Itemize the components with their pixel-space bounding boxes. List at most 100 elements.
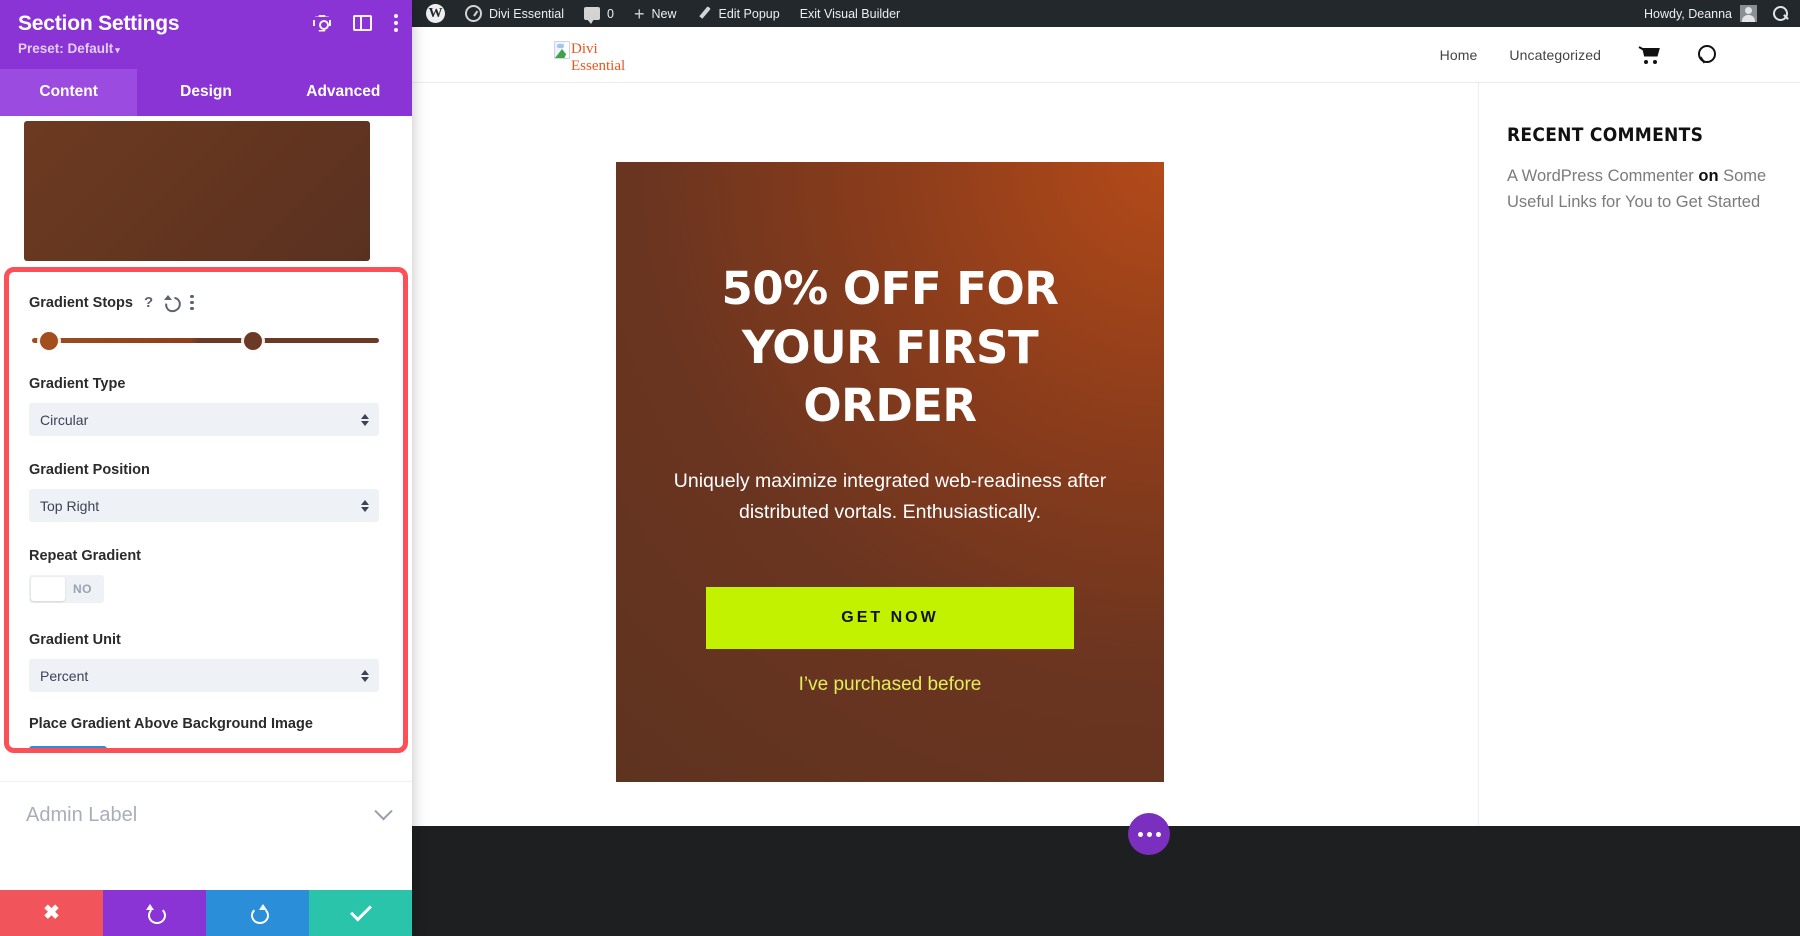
- site-name-menu[interactable]: Divi Essential: [455, 0, 574, 27]
- panel-action-bar: ✖: [0, 890, 412, 936]
- get-now-button[interactable]: GET NOW: [706, 586, 1074, 649]
- purchased-before-link[interactable]: I’ve purchased before: [662, 674, 1118, 696]
- dot-2: [1146, 831, 1152, 837]
- select-arrows-icon: [361, 499, 369, 512]
- reset-history-icon[interactable]: [164, 295, 179, 310]
- more-dots-icon[interactable]: [190, 294, 194, 311]
- repeat-gradient-label: Repeat Gradient: [29, 548, 141, 564]
- comment-bubble-icon: [584, 7, 601, 24]
- panel-header-icons: [313, 14, 398, 32]
- select-arrows-icon: [361, 669, 369, 682]
- panel-preset-label: Preset: Default: [18, 41, 114, 56]
- gradient-stops-slider[interactable]: [29, 332, 379, 350]
- repeat-gradient-value: NO: [73, 582, 92, 596]
- help-question-icon[interactable]: ?: [144, 294, 153, 311]
- wp-logo-menu[interactable]: W: [412, 0, 455, 27]
- logo-alt-text: Divi Essential: [571, 41, 626, 75]
- recent-comment-item: A WordPress Commenter on Some Useful Lin…: [1507, 163, 1800, 215]
- tab-content[interactable]: Content: [0, 69, 138, 116]
- chevron-down-icon: [374, 802, 393, 821]
- tab-advanced[interactable]: Advanced: [275, 69, 412, 116]
- site-body: 50% OFF FOR YOUR FIRST ORDER Uniquely ma…: [412, 82, 1800, 880]
- popup-subtext: Uniquely maximize integrated web-readine…: [673, 469, 1107, 524]
- pencil-icon: [697, 6, 712, 21]
- search-icon[interactable]: [1773, 6, 1788, 21]
- undo-icon: [145, 904, 166, 924]
- wordpress-logo-icon: W: [426, 4, 445, 23]
- gradient-stop-handle-1[interactable]: [40, 332, 58, 350]
- builder-footer-strip: [412, 826, 1800, 936]
- dot-1: [1137, 831, 1143, 837]
- nav-item-uncategorized[interactable]: Uncategorized: [1493, 47, 1617, 63]
- close-x-icon: ✖: [43, 902, 60, 924]
- search-icon[interactable]: [1696, 44, 1718, 66]
- recent-comments-title: RECENT COMMENTS: [1507, 124, 1704, 146]
- toggle-knob: [70, 747, 105, 748]
- gradient-unit-select[interactable]: Percent: [29, 659, 379, 692]
- shopping-cart-icon[interactable]: [1638, 45, 1660, 64]
- chevron-down-icon: ▾: [115, 45, 120, 55]
- gradient-unit-group: Gradient Unit Percent: [29, 632, 379, 692]
- exit-visual-builder-menu[interactable]: Exit Visual Builder: [790, 0, 911, 27]
- comments-count: 0: [607, 6, 614, 21]
- checkmark-icon: [349, 899, 372, 922]
- tab-design[interactable]: Design: [137, 69, 274, 116]
- comments-menu[interactable]: 0: [574, 0, 624, 27]
- layout-columns-icon[interactable]: [353, 15, 372, 31]
- panel-header: Section Settings Preset: Default ▾: [0, 0, 412, 69]
- comment-author: A WordPress Commenter: [1507, 167, 1694, 185]
- user-avatar-icon[interactable]: [1740, 5, 1757, 22]
- gradient-type-select[interactable]: Circular: [29, 403, 379, 436]
- place-gradient-above-toggle[interactable]: YES: [29, 745, 107, 748]
- kebab-menu-icon[interactable]: [394, 14, 398, 32]
- gradient-stop-handle-2[interactable]: [244, 332, 262, 350]
- app-root: Divi Essential Home Uncategorized 50% OF…: [0, 0, 1800, 936]
- redo-button[interactable]: [206, 890, 309, 936]
- admin-label-accordion[interactable]: Admin Label: [0, 781, 412, 849]
- popup-heading: 50% OFF FOR YOUR FIRST ORDER: [721, 262, 1059, 432]
- site-preview-canvas: Divi Essential Home Uncategorized 50% OF…: [412, 27, 1800, 936]
- dot-3: [1155, 831, 1161, 837]
- new-content-menu[interactable]: + New: [624, 0, 687, 27]
- gradient-type-value: Circular: [40, 411, 89, 428]
- broken-image-icon: [554, 41, 570, 59]
- gradient-unit-label: Gradient Unit: [29, 632, 121, 648]
- section-settings-panel: Section Settings Preset: Default ▾ Conten…: [0, 0, 412, 936]
- new-label: New: [651, 6, 677, 21]
- exit-visual-builder-label: Exit Visual Builder: [799, 6, 901, 21]
- gradient-position-group: Gradient Position Top Right: [29, 462, 379, 522]
- undo-button[interactable]: [103, 890, 206, 936]
- gradient-position-value: Top Right: [40, 497, 100, 514]
- panel-scroll-area[interactable]: Gradient Stops ? Gradient Type Circular …: [0, 116, 412, 890]
- toggle-knob: [31, 577, 65, 601]
- edit-popup-label: Edit Popup: [718, 6, 780, 21]
- panel-preset-selector[interactable]: Preset: Default ▾: [18, 41, 394, 56]
- builder-more-options-fab[interactable]: [1128, 813, 1170, 855]
- edit-popup-menu[interactable]: Edit Popup: [687, 0, 790, 27]
- gradient-stops-row: Gradient Stops ?: [29, 294, 379, 311]
- site-nav: Home Uncategorized: [1424, 27, 1718, 82]
- gradient-slider-track[interactable]: [32, 338, 379, 343]
- gradient-unit-value: Percent: [40, 667, 89, 684]
- site-header: Divi Essential Home Uncategorized: [412, 27, 1800, 82]
- content-column: 50% OFF FOR YOUR FIRST ORDER Uniquely ma…: [412, 82, 1478, 880]
- admin-label-title: Admin Label: [26, 804, 138, 826]
- gradient-position-select[interactable]: Top Right: [29, 489, 379, 522]
- repeat-gradient-toggle[interactable]: NO: [29, 575, 104, 603]
- redo-icon: [249, 904, 267, 922]
- promo-popup-card: 50% OFF FOR YOUR FIRST ORDER Uniquely ma…: [616, 162, 1164, 782]
- gradient-settings-highlight: Gradient Stops ? Gradient Type Circular …: [4, 267, 408, 753]
- nav-item-home[interactable]: Home: [1424, 47, 1494, 63]
- cancel-button[interactable]: ✖: [0, 890, 103, 936]
- gradient-stops-label: Gradient Stops: [29, 294, 133, 311]
- site-logo[interactable]: Divi Essential: [554, 41, 629, 76]
- save-button[interactable]: [309, 890, 412, 936]
- wordpress-admin-bar: W Divi Essential 0 + New Edit Popup Exit…: [412, 0, 1800, 27]
- gradient-preview-swatch: [24, 121, 370, 261]
- repeat-gradient-group: Repeat Gradient NO: [29, 548, 379, 606]
- site-name-label: Divi Essential: [489, 6, 565, 21]
- howdy-label[interactable]: Howdy, Deanna: [1644, 7, 1732, 21]
- panel-tabs: Content Design Advanced: [0, 69, 412, 116]
- gradient-type-label: Gradient Type: [29, 376, 126, 392]
- focus-target-icon[interactable]: [313, 15, 331, 32]
